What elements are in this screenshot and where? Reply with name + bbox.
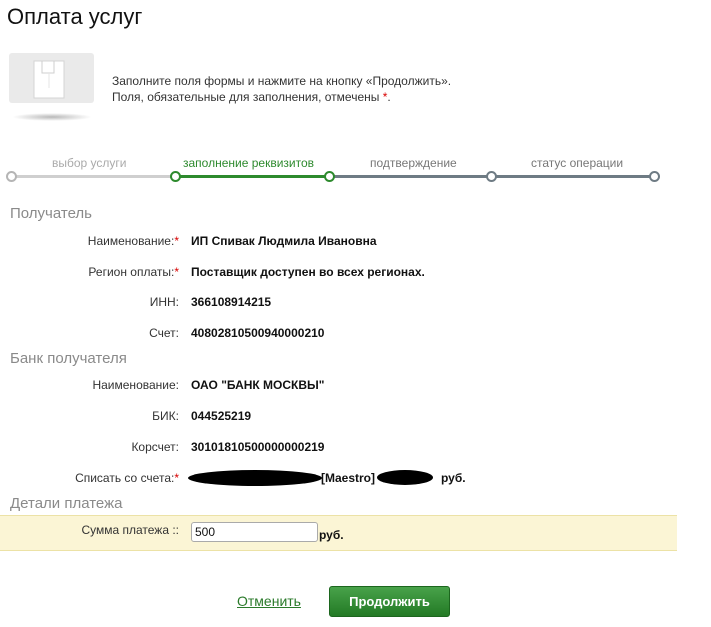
recipient-name-value: ИП Спивак Людмила Ивановна bbox=[191, 234, 377, 248]
account-value: 40802810500940000210 bbox=[191, 326, 325, 340]
debit-account-label: Списать со счета:* bbox=[75, 471, 179, 485]
section-recipient: Получатель bbox=[10, 205, 92, 222]
step-dot-3 bbox=[324, 171, 335, 182]
bik-value: 044525219 bbox=[191, 409, 252, 423]
page-title: Оплата услуг bbox=[7, 4, 143, 29]
instructions-period: . bbox=[387, 90, 391, 104]
form-instructions: Заполните поля формы и нажмите на кнопку… bbox=[112, 73, 451, 105]
step-fill-details: заполнение реквизитов bbox=[183, 156, 315, 170]
region-label-text: Регион оплаты: bbox=[88, 265, 175, 279]
inn-label: ИНН: bbox=[149, 295, 179, 309]
cancel-link[interactable]: Отменить bbox=[237, 593, 301, 609]
info-panel bbox=[9, 53, 94, 103]
bik-label: БИК: bbox=[152, 409, 179, 423]
step-dot-1 bbox=[6, 171, 17, 182]
step-line-active bbox=[175, 175, 329, 178]
step-confirmation: подтверждение bbox=[370, 156, 457, 170]
recipient-name-label: Наименование:* bbox=[88, 234, 179, 248]
progress-steps: выбор услуги заполнение реквизитов подтв… bbox=[0, 150, 711, 190]
amount-input[interactable] bbox=[191, 522, 318, 542]
debit-label-text: Списать со счета: bbox=[75, 471, 175, 485]
region-value: Поставщик доступен во всех регионах. bbox=[191, 265, 425, 279]
step-dot-4 bbox=[486, 171, 497, 182]
info-panel-shadow bbox=[12, 113, 92, 121]
corr-account-label: Корсчет: bbox=[131, 440, 179, 454]
account-label: Счет: bbox=[149, 326, 179, 340]
redacted-balance bbox=[377, 470, 433, 485]
corr-account-value: 30101810500000000219 bbox=[191, 440, 325, 454]
step-dot-2 bbox=[170, 171, 181, 182]
required-mark: * bbox=[174, 265, 179, 279]
debit-currency: руб. bbox=[441, 471, 466, 485]
section-bank: Банк получателя bbox=[10, 350, 127, 367]
recipient-name-label-text: Наименование: bbox=[87, 234, 175, 248]
required-mark: * bbox=[174, 471, 179, 485]
section-payment-details: Детали платежа bbox=[10, 495, 123, 512]
step-dot-5 bbox=[649, 171, 660, 182]
instructions-line-2: Поля, обязательные для заполнения, отмеч… bbox=[112, 89, 451, 105]
card-type: [Maestro] bbox=[321, 471, 376, 485]
instructions-line-1: Заполните поля формы и нажмите на кнопку… bbox=[112, 74, 452, 88]
bank-name-label: Наименование: bbox=[92, 378, 179, 392]
continue-button[interactable]: Продолжить bbox=[329, 586, 450, 617]
step-line-done bbox=[11, 175, 175, 178]
bank-name-value: ОАО "БАНК МОСКВЫ" bbox=[191, 378, 325, 392]
region-label: Регион оплаты:* bbox=[88, 265, 179, 279]
instructions-text: Поля, обязательные для заполнения, отмеч… bbox=[112, 90, 380, 104]
amount-currency: руб. bbox=[319, 528, 344, 542]
inn-value: 366108914215 bbox=[191, 295, 272, 309]
redacted-account-number bbox=[188, 470, 322, 486]
shopping-bag-icon bbox=[33, 60, 65, 99]
amount-label: Сумма платежа :: bbox=[81, 523, 179, 537]
step-select-service: выбор услуги bbox=[52, 156, 127, 170]
required-mark: * bbox=[174, 234, 179, 248]
step-operation-status: статус операции bbox=[531, 156, 624, 170]
